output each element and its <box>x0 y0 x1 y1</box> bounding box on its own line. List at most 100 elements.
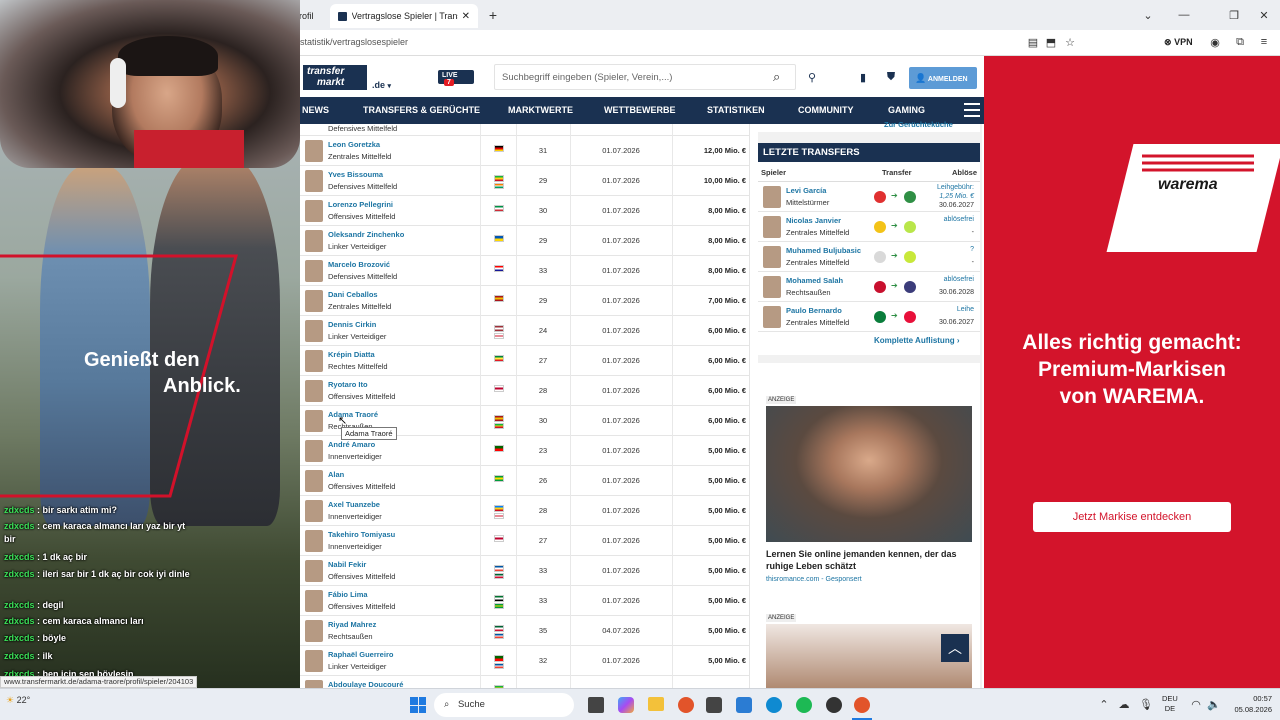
player-name-link[interactable]: Riyad Mahrez <box>328 620 376 629</box>
reader-view-icon[interactable]: ▤ <box>1026 35 1040 49</box>
rumour-link[interactable]: Zur Gerüchteküche <box>884 120 953 129</box>
transfer-player-name[interactable]: Mohamed Salah <box>786 276 843 285</box>
pocket-icon[interactable]: ⬒ <box>1044 35 1058 49</box>
firefox-active-icon[interactable] <box>854 697 870 713</box>
player-name-link[interactable]: Yves Bissouma <box>328 170 383 179</box>
login-button[interactable]: 👤 ANMELDEN <box>909 67 977 89</box>
transfer-fee[interactable]: ablösefrei <box>908 276 974 283</box>
volume-icon[interactable]: 🔈 <box>1207 698 1221 711</box>
player-name-link[interactable]: Krépin Diatta <box>328 350 375 359</box>
nav-item[interactable]: TRANSFERS & GERÜCHTE <box>363 97 480 124</box>
task-view-icon[interactable] <box>588 697 604 713</box>
player-photo[interactable] <box>763 276 781 298</box>
player-photo[interactable] <box>305 560 323 582</box>
player-name-link[interactable]: André Amaro <box>328 440 375 449</box>
logo-tld[interactable]: .de ▾ <box>372 80 391 90</box>
player-name-link[interactable]: Axel Tuanzebe <box>328 500 380 509</box>
player-name-link[interactable]: Abdoulaye Doucouré <box>328 680 403 688</box>
ad-source[interactable]: thisromance.com - Gesponsert <box>766 576 862 583</box>
transfer-fee[interactable]: Leihe <box>908 306 974 313</box>
close-tab-icon[interactable]: ✕ <box>462 11 470 22</box>
minimize-icon[interactable]: — <box>1176 6 1192 24</box>
player-name-link[interactable]: Oleksandr Zinchenko <box>328 230 404 239</box>
player-photo[interactable] <box>305 500 323 522</box>
player-photo[interactable] <box>305 380 323 402</box>
player-name-link[interactable]: Lorenzo Pellegrini <box>328 200 393 209</box>
player-photo[interactable] <box>305 440 323 462</box>
from-club-crest-icon[interactable] <box>874 311 886 323</box>
windows-start-icon[interactable] <box>410 697 426 713</box>
search-input[interactable]: Suchbegriff eingeben (Spieler, Verein,..… <box>494 64 796 90</box>
player-photo[interactable] <box>305 320 323 342</box>
extensions-icon[interactable]: ⧉ <box>1233 35 1247 49</box>
tab-list-icon[interactable]: ⌄ <box>1140 6 1156 24</box>
store-icon[interactable] <box>706 697 722 713</box>
maximize-icon[interactable]: ❐ <box>1226 6 1242 24</box>
player-photo[interactable] <box>305 650 323 672</box>
language-indicator[interactable]: DEU DE <box>1162 694 1178 714</box>
player-name-link[interactable]: Dani Ceballos <box>328 290 378 299</box>
player-photo[interactable] <box>305 200 323 222</box>
clock[interactable]: 00:57 05.08.2026 <box>1222 693 1272 715</box>
player-photo[interactable] <box>305 620 323 642</box>
nav-item[interactable]: STATISTIKEN <box>707 97 765 124</box>
transfer-player-name[interactable]: Levi García <box>786 186 826 195</box>
player-name-link[interactable]: Nabil Fekir <box>328 560 366 569</box>
nav-item[interactable]: WETTBEWERBE <box>604 97 676 124</box>
copilot-icon[interactable] <box>618 697 634 713</box>
nav-item[interactable]: MARKTWERTE <box>508 97 573 124</box>
player-photo[interactable] <box>763 186 781 208</box>
player-photo[interactable] <box>305 230 323 252</box>
bookmark-icon[interactable]: ▮ <box>856 70 870 84</box>
player-photo[interactable] <box>305 590 323 612</box>
scroll-to-top-button[interactable]: ︿ <box>941 634 969 662</box>
player-photo[interactable] <box>305 680 323 688</box>
spotify-icon[interactable] <box>796 697 812 713</box>
player-photo[interactable] <box>305 410 323 432</box>
from-club-crest-icon[interactable] <box>874 281 886 293</box>
cta-button[interactable]: Jetzt Markise entdecken <box>1033 502 1231 532</box>
player-name-link[interactable]: Ryotaro Ito <box>328 380 368 389</box>
player-name-link[interactable]: Adama Traoré <box>328 410 378 419</box>
player-name-link[interactable]: Takehiro Tomiyasu <box>328 530 395 539</box>
right-advertisement[interactable]: warema Der SonnenLichtManager Alles rich… <box>984 56 1280 688</box>
close-window-icon[interactable]: ✕ <box>1256 6 1272 24</box>
network-status-icon[interactable]: ☁ <box>1118 698 1130 711</box>
new-tab-icon[interactable]: + <box>484 6 502 24</box>
edge-icon[interactable] <box>766 697 782 713</box>
shield-icon[interactable]: ⛊ <box>884 70 898 84</box>
transfermarkt-logo[interactable]: transfer markt <box>303 65 367 90</box>
ad-title[interactable]: Lernen Sie online jemanden kennen, der d… <box>766 548 972 572</box>
vpn-button[interactable]: ⊗ VPN <box>1164 37 1193 48</box>
transfer-player-name[interactable]: Nicolas Janvier <box>786 216 841 225</box>
nav-item[interactable]: NEWS <box>302 97 329 124</box>
from-club-crest-icon[interactable] <box>874 251 886 263</box>
player-photo[interactable] <box>305 350 323 372</box>
microphone-icon[interactable]: 🎙 <box>1139 698 1153 711</box>
url-field[interactable]: statistik/vertragslosespieler <box>300 37 408 47</box>
transfer-fee[interactable]: Leihgebühr: <box>908 184 974 191</box>
bookmark-star-icon[interactable]: ☆ <box>1063 35 1077 49</box>
taskbar-search[interactable]: ⌕ Suche <box>434 693 574 717</box>
player-photo[interactable] <box>305 530 323 552</box>
from-club-crest-icon[interactable] <box>874 191 886 203</box>
player-name-link[interactable]: Fábio Lima <box>328 590 368 599</box>
wifi-icon[interactable]: ◠ <box>1190 698 1202 711</box>
hamburger-menu-icon[interactable] <box>964 103 980 117</box>
transfer-fee[interactable]: ? <box>908 246 974 253</box>
file-explorer-icon[interactable] <box>648 697 664 711</box>
player-photo[interactable] <box>305 140 323 162</box>
player-photo[interactable] <box>763 246 781 268</box>
player-photo[interactable] <box>305 260 323 282</box>
user-search-icon[interactable]: ⚲ <box>805 70 819 84</box>
player-photo[interactable] <box>305 170 323 192</box>
player-photo[interactable] <box>763 306 781 328</box>
menu-icon[interactable]: ≡ <box>1257 35 1271 49</box>
player-name-link[interactable]: Alan <box>328 470 344 479</box>
transfer-fee[interactable]: ablösefrei <box>908 216 974 223</box>
nav-item[interactable]: COMMUNITY <box>798 97 854 124</box>
tab-active[interactable]: Vertragslose Spieler | Transferm ✕ <box>330 4 478 28</box>
player-name-link[interactable]: Raphaël Guerreiro <box>328 650 393 659</box>
transfer-player-name[interactable]: Muhamed Buljubasic <box>786 246 861 255</box>
live-badge[interactable]: LIVE 7 <box>438 70 474 86</box>
